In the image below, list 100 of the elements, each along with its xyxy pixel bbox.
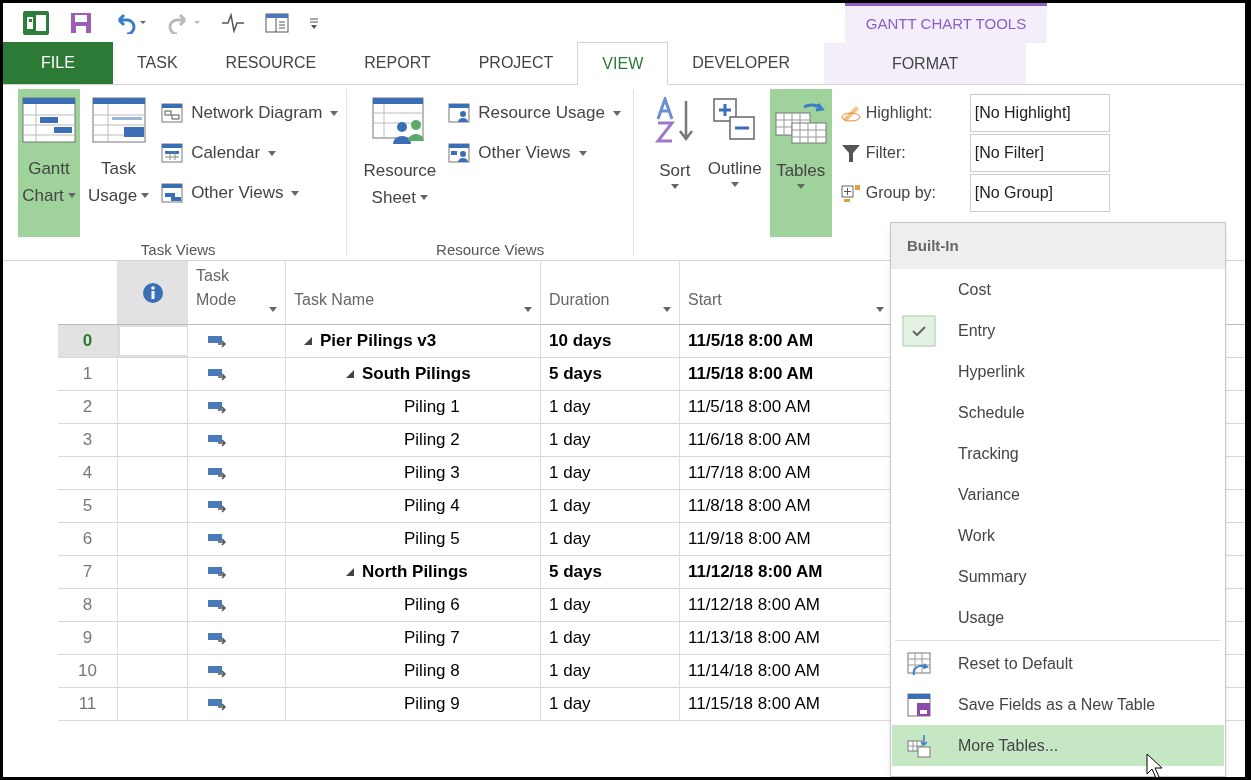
collapse-icon[interactable] [346, 370, 354, 378]
auto-schedule-icon [208, 499, 228, 513]
menu-item[interactable]: Tracking [892, 433, 1224, 474]
ribbon-tab[interactable]: DEVELOPER [668, 42, 815, 84]
start-cell-text: 11/6/18 8:00 AM [687, 429, 812, 452]
row-number[interactable]: 4 [58, 457, 118, 489]
menu-item[interactable]: Variance [892, 474, 1224, 515]
start-cell-text: 11/12/18 8:00 AM [687, 561, 824, 584]
ribbon-tab[interactable]: TASK [113, 42, 202, 84]
table-save-icon [906, 691, 932, 718]
duration-cell: 1 day [541, 688, 680, 720]
menu-item[interactable]: Reset to Default [892, 643, 1224, 684]
duration-cell: 1 day [541, 424, 680, 456]
filter-icon [839, 143, 862, 163]
row-number[interactable]: 1 [58, 358, 118, 390]
menu-item[interactable]: Usage [892, 597, 1224, 638]
ribbon-tab[interactable]: RESOURCE [201, 42, 341, 84]
row-number[interactable]: 0 [58, 325, 118, 357]
pulse-icon[interactable] [221, 13, 245, 33]
dropdown-caret-icon [269, 307, 277, 312]
layout-icon[interactable] [265, 13, 289, 33]
menu-item[interactable]: More Tables... [892, 725, 1224, 766]
dropdown-field[interactable]: [No Filter] [969, 134, 1110, 172]
ribbon-button[interactable]: Sort [649, 89, 700, 237]
table-reset-icon [906, 650, 932, 677]
row-number[interactable]: 2 [58, 391, 118, 423]
start-cell-text: 11/15/18 8:00 AM [687, 693, 821, 716]
start-cell-text: 11/5/18 8:00 AM [687, 363, 815, 386]
field-label: Filter: [839, 141, 970, 165]
ribbon-button[interactable]: Resource Usage [448, 93, 621, 133]
duration-cell: 1 day [541, 589, 680, 621]
duration-cell: 1 day [541, 622, 680, 654]
task-name: Piling 5 [404, 528, 460, 551]
row-number[interactable]: 8 [58, 589, 118, 621]
ribbon-tab[interactable]: PROJECT [454, 42, 578, 84]
resource-usage-icon [448, 103, 471, 123]
ribbon-button[interactable]: Gantt Chart [18, 89, 80, 237]
collapse-icon[interactable] [304, 337, 312, 345]
caret-icon [420, 195, 429, 200]
ribbon-button[interactable]: Resource Sheet [359, 89, 441, 237]
indicator-cell[interactable] [118, 325, 188, 357]
column-header[interactable]: Task Name [286, 261, 541, 324]
views-icon [161, 183, 184, 203]
group-by-icon [839, 183, 862, 203]
redo-icon[interactable] [167, 12, 201, 34]
menu-item[interactable]: Schedule [892, 392, 1224, 433]
customize-icon[interactable] [309, 16, 319, 30]
caret-icon [67, 193, 76, 198]
row-number[interactable]: 9 [58, 622, 118, 654]
task-name: Piling 2 [404, 429, 460, 452]
ribbon-button[interactable]: Other Views [448, 133, 621, 173]
menu-item[interactable]: Cost [892, 269, 1224, 310]
ribbon-button[interactable]: Other Views [161, 173, 339, 213]
gantt-chart-icon [22, 97, 76, 143]
ribbon-button[interactable]: Outline [703, 89, 766, 237]
contextual-tab-title: GANTT CHART TOOLS [865, 14, 1027, 35]
dropdown-field[interactable]: [No Group] [969, 174, 1110, 212]
task-name: Piling 7 [404, 627, 460, 650]
caret-icon [796, 184, 805, 189]
row-number[interactable]: 5 [58, 490, 118, 522]
menu-item[interactable]: Work [892, 515, 1224, 556]
ribbon-button[interactable]: Calendar [161, 133, 339, 173]
task-name: Piling 8 [404, 660, 460, 683]
column-header[interactable]: Task Mode [188, 261, 286, 324]
duration-cell: 1 day [541, 457, 680, 489]
dropdown-caret-icon [876, 307, 884, 312]
caret-icon [612, 110, 621, 116]
row-number[interactable]: 11 [58, 688, 118, 720]
start-cell-text: 11/8/18 8:00 AM [687, 495, 812, 518]
column-header[interactable]: Duration [541, 261, 680, 324]
duration-cell: 1 day [541, 655, 680, 687]
task-name: Piling 3 [404, 462, 460, 485]
ribbon-tab[interactable]: FORMAT [824, 43, 1027, 84]
menu-item[interactable]: Entry [892, 310, 1224, 351]
app-logo-icon [23, 11, 49, 35]
ribbon-button[interactable]: Tables [769, 89, 832, 237]
ribbon-button[interactable]: Network Diagram [161, 93, 339, 133]
auto-schedule-icon [208, 598, 228, 612]
menu-item[interactable]: Hyperlink [892, 351, 1224, 392]
collapse-icon[interactable] [346, 568, 354, 576]
menu-item[interactable]: Save Fields as a New Table [892, 684, 1224, 725]
ribbon-tab[interactable]: VIEW [577, 42, 669, 85]
save-icon[interactable] [69, 11, 93, 35]
row-number[interactable]: 6 [58, 523, 118, 555]
info-icon [142, 282, 163, 303]
dropdown-field[interactable]: [No Highlight] [969, 94, 1110, 132]
row-number[interactable]: 3 [58, 424, 118, 456]
row-number[interactable]: 7 [58, 556, 118, 588]
auto-schedule-icon [208, 697, 228, 711]
ribbon-tab[interactable]: FILE [3, 42, 113, 84]
menu-item[interactable]: Summary [892, 556, 1224, 597]
menu-header: Built-In [891, 223, 1225, 269]
row-number[interactable]: 10 [58, 655, 118, 687]
task-name: South Pilings [362, 363, 471, 386]
auto-schedule-icon [208, 565, 228, 579]
auto-schedule-icon [208, 664, 228, 678]
start-cell-text: 11/7/18 8:00 AM [687, 462, 812, 485]
auto-schedule-icon [208, 532, 228, 546]
ribbon-button[interactable]: Task Usage [84, 89, 154, 237]
ribbon-tab[interactable]: REPORT [340, 42, 455, 84]
